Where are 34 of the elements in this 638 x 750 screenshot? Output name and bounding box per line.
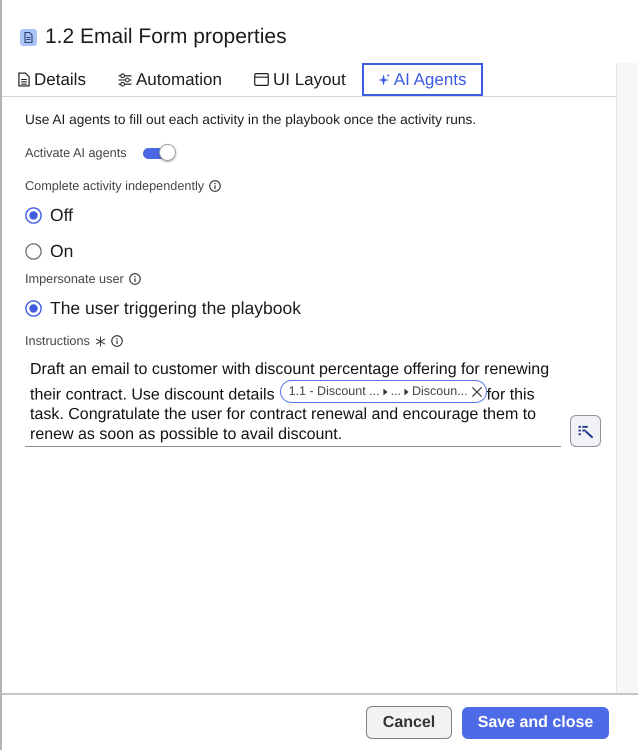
list-wand-icon: [578, 424, 593, 438]
caret-right-icon: [382, 388, 388, 396]
radio-button[interactable]: [25, 206, 42, 224]
radio-button[interactable]: [25, 300, 42, 316]
caret-right-icon: [404, 388, 409, 396]
info-icon[interactable]: [209, 180, 222, 192]
tab[interactable]: Automation: [102, 63, 238, 96]
tab[interactable]: Details: [2, 63, 102, 96]
field-label: Impersonate user: [25, 271, 124, 288]
document-icon: [20, 28, 37, 46]
variable-chip[interactable]: 1.1 - Discount ... ... Discoun...: [280, 380, 487, 403]
option-label[interactable]: Off: [50, 204, 74, 226]
tab[interactable]: AI Agents: [362, 63, 483, 96]
field-label: Complete activity independently: [25, 178, 204, 195]
document-icon: [18, 72, 30, 87]
dialog-title: 1.2 Email Form properties: [45, 24, 287, 50]
close-icon[interactable]: [470, 386, 483, 398]
info-icon[interactable]: [128, 273, 141, 285]
save-button[interactable]: Save and close: [462, 706, 609, 738]
instructions-field[interactable]: Draft an email to customer with discount percentage offering for renewing their contract. Use discount details 1.1 - Discount ... ... Discoun... for this task. Congratulate the user for contract renewal and encourage them to renew as soon as possible to avail discount.: [25, 360, 561, 448]
info-icon[interactable]: [110, 335, 123, 347]
toggle-label: Activate AI agents: [25, 145, 127, 162]
sparkle-icon: [378, 73, 390, 86]
cancel-button[interactable]: Cancel: [366, 706, 452, 739]
field-label: Instructions: [25, 333, 90, 350]
tab[interactable]: UI Layout: [238, 63, 362, 96]
list-wand-button[interactable]: [570, 415, 601, 448]
radio-button[interactable]: [25, 242, 42, 260]
description-text: Use AI agents to fill out each activity in the playbook once the activity runs.: [25, 111, 478, 129]
option-label[interactable]: On: [50, 240, 74, 262]
sliders-icon: [118, 72, 132, 86]
toggle-switch[interactable]: [142, 144, 176, 162]
option-label[interactable]: The user triggering the playbook: [50, 297, 301, 319]
window-icon: [254, 73, 269, 86]
